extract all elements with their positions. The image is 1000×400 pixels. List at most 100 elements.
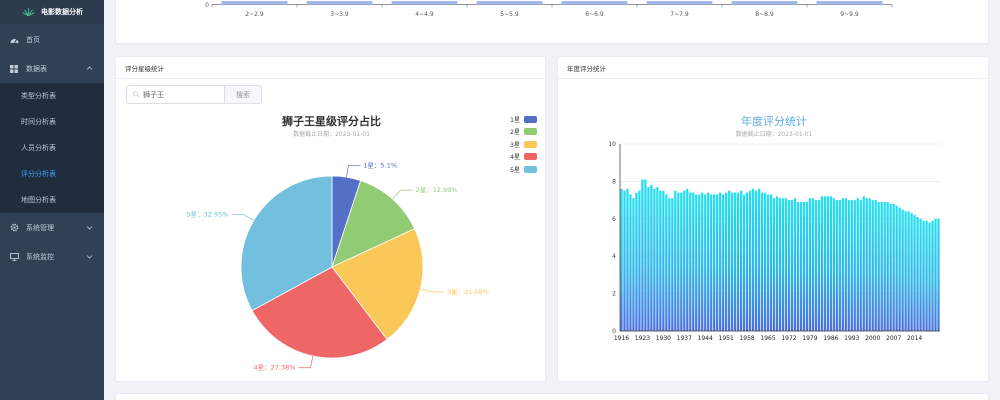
- bar[interactable]: [799, 201, 803, 331]
- bar[interactable]: [775, 196, 779, 331]
- bar[interactable]: [760, 192, 764, 331]
- bar[interactable]: [898, 207, 901, 331]
- bar[interactable]: [719, 192, 722, 331]
- bar[interactable]: [820, 196, 824, 331]
- sidebar-item-time-analysis[interactable]: 时间分析表: [0, 109, 104, 135]
- bar[interactable]: [880, 201, 883, 331]
- bar[interactable]: [662, 190, 665, 331]
- bar[interactable]: [919, 218, 922, 331]
- bar[interactable]: [904, 211, 907, 331]
- bar[interactable]: [695, 194, 698, 331]
- bar[interactable]: [832, 198, 835, 331]
- bar[interactable]: [916, 216, 919, 331]
- bar[interactable]: [847, 200, 850, 331]
- bar[interactable]: [928, 222, 931, 331]
- bar[interactable]: [811, 198, 815, 331]
- bar[interactable]: [796, 201, 800, 331]
- sidebar-item-people-analysis[interactable]: 人员分析表: [0, 135, 104, 161]
- bar[interactable]: [653, 188, 656, 331]
- bar[interactable]: [632, 198, 635, 331]
- bar[interactable]: [620, 188, 623, 331]
- bar[interactable]: [808, 198, 812, 331]
- bar[interactable]: [748, 190, 752, 331]
- bar[interactable]: [886, 201, 889, 331]
- bar[interactable]: [707, 192, 710, 331]
- bar[interactable]: [778, 198, 782, 331]
- brand[interactable]: 电影数据分析: [0, 0, 104, 24]
- bar[interactable]: [901, 209, 904, 331]
- bar[interactable]: [790, 200, 794, 331]
- bar[interactable]: [850, 200, 853, 331]
- bar[interactable]: [925, 220, 928, 331]
- bar[interactable]: [844, 198, 847, 331]
- bar[interactable]: [874, 200, 877, 331]
- bar[interactable]: [877, 201, 880, 331]
- bar[interactable]: [692, 192, 695, 331]
- bar[interactable]: [754, 190, 758, 331]
- bar[interactable]: [871, 200, 874, 331]
- bar[interactable]: [704, 194, 707, 331]
- bar[interactable]: [829, 196, 832, 331]
- bar[interactable]: [641, 179, 644, 331]
- bar[interactable]: [841, 198, 844, 331]
- bar[interactable]: [895, 205, 898, 331]
- bar[interactable]: [745, 192, 749, 331]
- bar[interactable]: [859, 200, 862, 331]
- bar[interactable]: [934, 218, 937, 331]
- bar[interactable]: [683, 190, 686, 331]
- bar[interactable]: [805, 201, 809, 331]
- bar[interactable]: [686, 188, 689, 331]
- bar[interactable]: [802, 201, 806, 331]
- sidebar-item-datatable[interactable]: 数据表: [0, 54, 104, 83]
- sidebar-item-map-analysis[interactable]: 地图分析表: [0, 187, 104, 213]
- bar[interactable]: [650, 185, 653, 331]
- bar[interactable]: [757, 188, 761, 331]
- bar[interactable]: [814, 200, 818, 331]
- bar[interactable]: [751, 188, 755, 331]
- bar[interactable]: [725, 192, 728, 331]
- bar[interactable]: [772, 198, 776, 331]
- bar[interactable]: [713, 194, 716, 331]
- bar[interactable]: [659, 190, 662, 331]
- bar[interactable]: [853, 200, 856, 331]
- bar[interactable]: [728, 190, 731, 331]
- bar[interactable]: [734, 192, 737, 331]
- bar[interactable]: [823, 196, 826, 331]
- bar[interactable]: [736, 192, 740, 331]
- bar[interactable]: [868, 198, 871, 331]
- bar[interactable]: [838, 200, 841, 331]
- sidebar-item-type-analysis[interactable]: 类型分析表: [0, 83, 104, 109]
- bar[interactable]: [835, 200, 838, 331]
- bar[interactable]: [716, 194, 719, 331]
- bar[interactable]: [638, 190, 641, 331]
- sidebar-item-system-monitor[interactable]: 系统监控: [0, 242, 104, 271]
- bar[interactable]: [931, 220, 934, 331]
- sidebar-item-system-admin[interactable]: 系统管理: [0, 213, 104, 242]
- bar[interactable]: [626, 188, 629, 331]
- bar[interactable]: [674, 190, 677, 331]
- bar[interactable]: [910, 213, 913, 331]
- bar[interactable]: [629, 194, 632, 331]
- bar[interactable]: [862, 196, 865, 331]
- bar[interactable]: [784, 198, 788, 331]
- bar[interactable]: [787, 200, 791, 331]
- bar[interactable]: [937, 218, 940, 331]
- bar[interactable]: [656, 187, 659, 331]
- sidebar-item-home[interactable]: 首页: [0, 25, 104, 54]
- bar[interactable]: [635, 192, 638, 331]
- bar[interactable]: [856, 198, 859, 331]
- bar[interactable]: [677, 192, 680, 331]
- bar[interactable]: [668, 198, 671, 331]
- bar[interactable]: [883, 201, 886, 331]
- bar[interactable]: [689, 192, 692, 331]
- bar[interactable]: [826, 196, 829, 331]
- bar[interactable]: [680, 192, 683, 331]
- bar[interactable]: [922, 220, 925, 331]
- bar[interactable]: [817, 200, 821, 331]
- bar[interactable]: [793, 198, 797, 331]
- bar[interactable]: [865, 198, 868, 331]
- bar[interactable]: [722, 194, 725, 331]
- bar[interactable]: [710, 194, 713, 331]
- bar[interactable]: [892, 203, 895, 331]
- bar[interactable]: [763, 192, 767, 331]
